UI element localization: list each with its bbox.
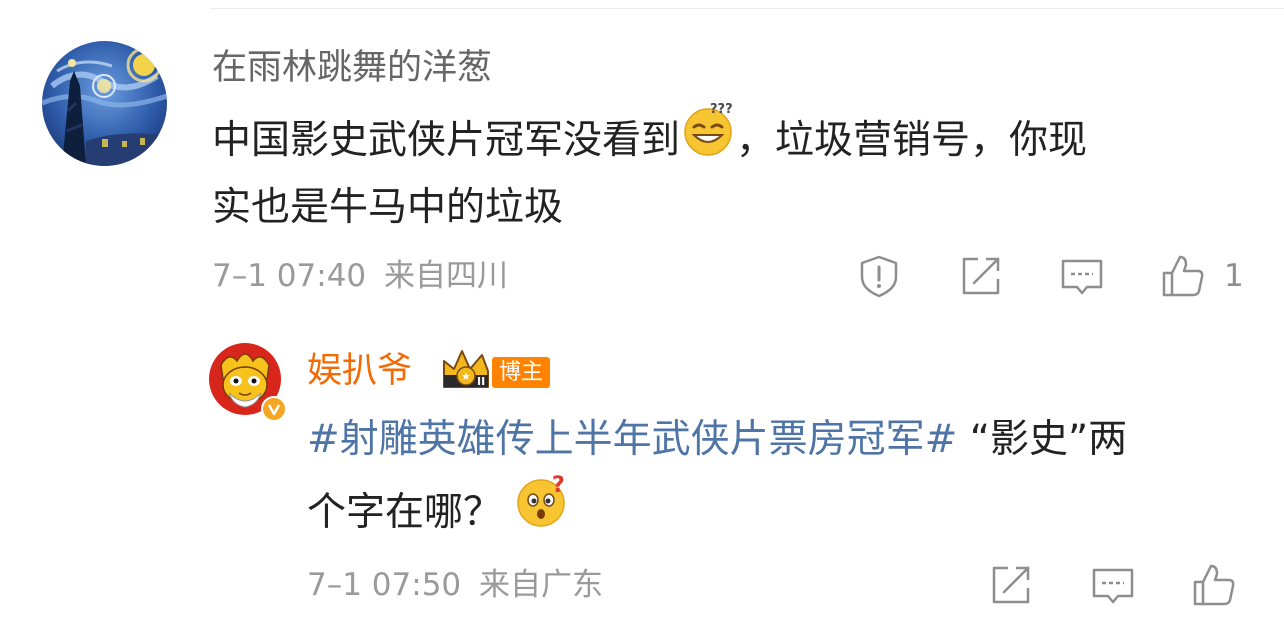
dizzy-grin-emoji-icon: ??? bbox=[680, 101, 736, 176]
hashtag-link[interactable]: #射雕英雄传上半年武侠片票房冠军# bbox=[307, 417, 957, 462]
blogger-badge: 博主 bbox=[492, 357, 551, 388]
svg-text:?: ? bbox=[552, 473, 565, 498]
crown-rank-icon: ★ II bbox=[440, 347, 496, 391]
svg-text:★: ★ bbox=[461, 370, 471, 383]
reply-text-rest: “影史”两 bbox=[957, 417, 1128, 462]
reply-like-icon[interactable] bbox=[1191, 562, 1237, 608]
reply-text-line2: 个字在哪？ ? bbox=[307, 473, 572, 553]
starry-night-avatar-image bbox=[42, 41, 167, 166]
comment-text-part2: ，垃圾营销号，你现 bbox=[736, 118, 1088, 163]
like-icon[interactable] bbox=[1160, 253, 1206, 299]
comment-text-part1: 中国影史武侠片冠军没看到 bbox=[212, 118, 681, 163]
reply-time: 7–1 07:50 bbox=[307, 567, 462, 603]
report-icon[interactable] bbox=[856, 253, 902, 299]
comment-text-line2: 实也是牛马中的垃圾 bbox=[212, 185, 564, 230]
comment-username[interactable]: 在雨林跳舞的洋葱 bbox=[212, 48, 492, 88]
reply-username[interactable]: 娱扒爷 bbox=[307, 351, 412, 391]
svg-text:???: ??? bbox=[710, 102, 733, 117]
reply-comment-icon[interactable] bbox=[1090, 562, 1136, 608]
repost-icon[interactable] bbox=[958, 253, 1004, 299]
svg-text:II: II bbox=[477, 375, 485, 388]
verified-badge-icon bbox=[261, 396, 287, 422]
comment-icon[interactable] bbox=[1059, 253, 1105, 299]
comment-meta: 7–1 07:40 来自四川 bbox=[212, 258, 508, 294]
comment-text-line1: 中国影史武侠片冠军没看到 ??? ，垃圾营销号，你现 bbox=[212, 102, 1088, 180]
top-divider bbox=[210, 8, 1284, 9]
reply-repost-icon[interactable] bbox=[988, 562, 1034, 608]
reply-location: 来自广东 bbox=[479, 567, 603, 603]
confused-question-emoji-icon: ? bbox=[514, 472, 572, 549]
reply-text-line1: #射雕英雄传上半年武侠片票房冠军# “影史”两 bbox=[307, 408, 1127, 471]
reply-text-line2-text: 个字在哪？ bbox=[307, 490, 515, 535]
comment-location: 来自四川 bbox=[384, 258, 508, 294]
reply-avatar[interactable] bbox=[209, 343, 287, 422]
like-count: 1 bbox=[1224, 258, 1244, 294]
comment-time: 7–1 07:40 bbox=[212, 258, 367, 294]
reply-meta: 7–1 07:50 来自广东 bbox=[307, 567, 603, 603]
avatar[interactable] bbox=[42, 41, 167, 166]
